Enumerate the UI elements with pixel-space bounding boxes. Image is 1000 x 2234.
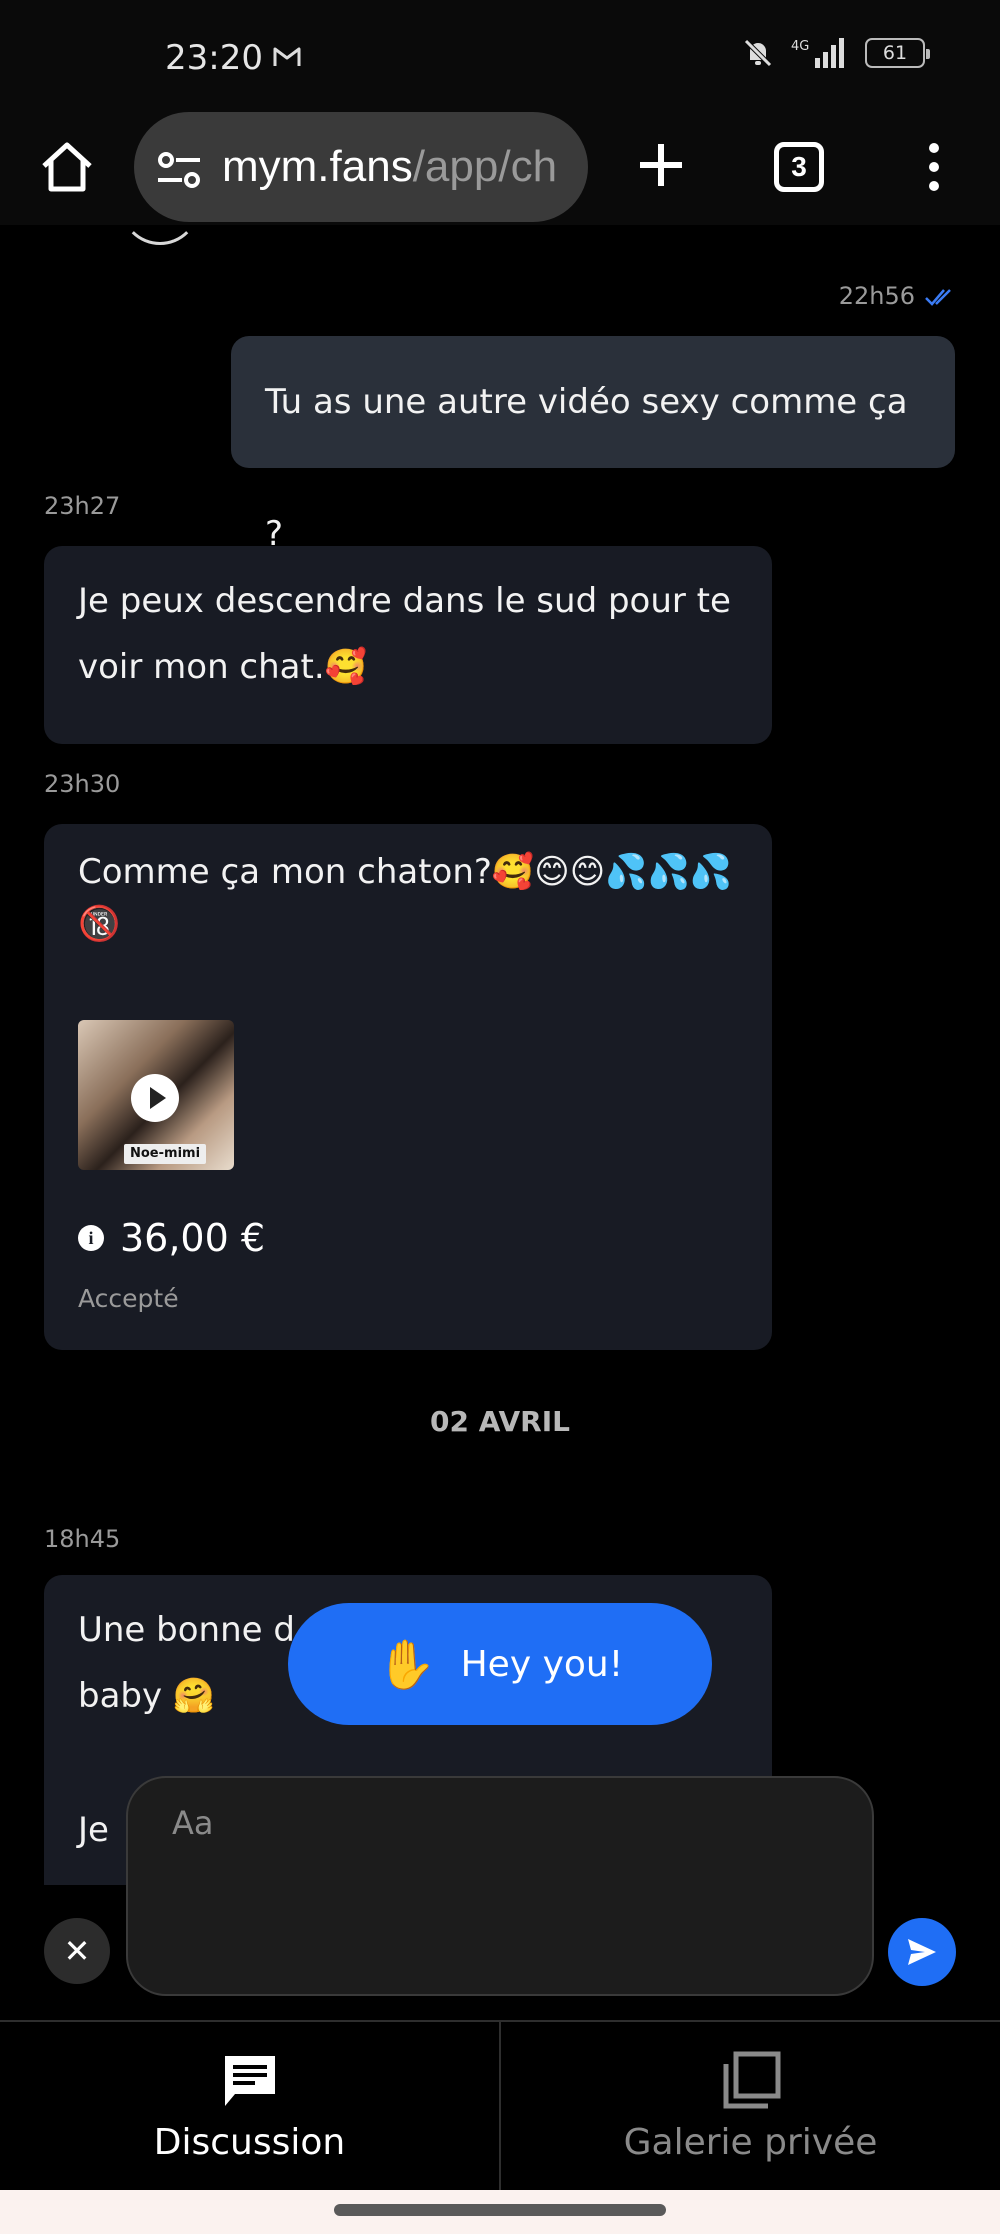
media-price: 36,00 € [120,1216,266,1260]
status-time: 23:20 [165,38,263,78]
signal-icon: 4G [791,38,844,68]
incoming-message[interactable]: Je peux descendre dans le sud pour te vo… [44,546,772,744]
send-button[interactable] [888,1918,956,1986]
message-timestamp: 22h56 [838,282,915,310]
mute-bell-icon [744,39,772,67]
chat-thread[interactable]: 22h56 Tu as une autre vidéo sexy comme ç… [0,225,1000,1885]
message-text-line: 🔞 [78,904,121,944]
address-bar[interactable]: mym.fans/app/ch [134,112,588,222]
paid-media-message[interactable]: Comme ça mon chaton?🥰😊😊💦💦💦 🔞 Noe-mimi i … [44,824,772,1350]
message-timestamp: 23h27 [44,492,121,520]
gesture-bar [0,2190,1000,2234]
wave-hand-icon: ✋ [376,1636,437,1693]
price-row: i 36,00 € [78,1216,265,1260]
purchase-status: Accepté [78,1284,179,1313]
close-icon[interactable]: ✕ [44,1918,110,1984]
more-menu-icon[interactable] [920,140,948,194]
url-host: mym.fans [222,142,413,191]
play-icon[interactable] [131,1074,179,1122]
chat-bubble-icon [224,2056,275,2106]
battery-indicator: 61 [865,38,930,68]
tab-label: Discussion [153,2122,346,2163]
outgoing-message[interactable]: Tu as une autre vidéo sexy comme ça ? [231,336,955,554]
status-bar: 23:20 4G 61 [0,0,1000,110]
read-receipt-icon [925,289,951,306]
message-text: Tu as une autre vidéo sexy comme ça ? [265,382,908,554]
message-composer: ✕ [0,1760,1000,2022]
gmail-icon [273,47,301,66]
url-text[interactable]: mym.fans/app/ch [222,142,557,192]
new-tab-icon[interactable] [634,138,688,192]
message-timestamp: 23h30 [44,770,121,798]
media-watermark: Noe-mimi [124,1144,207,1164]
video-thumbnail[interactable]: Noe-mimi [78,1020,234,1170]
tab-private-gallery[interactable]: Galerie privée [499,2022,1000,2190]
battery-level: 61 [882,42,908,64]
message-text-line: voir mon chat.🥰 [78,647,367,687]
site-settings-icon[interactable] [156,150,202,190]
tab-switcher-button[interactable]: 3 [774,142,824,192]
home-icon[interactable] [38,138,96,196]
gallery-icon [723,2051,780,2109]
tab-label: Galerie privée [623,2122,878,2163]
message-text-line: Je peux descendre dans le sud pour te [78,581,731,621]
info-icon[interactable]: i [78,1225,104,1251]
avatar [120,225,200,245]
message-input[interactable] [126,1776,874,1996]
hey-you-label: Hey you! [460,1643,624,1685]
bottom-navigation: Discussion Galerie privée [0,2020,1000,2190]
home-indicator[interactable] [334,2204,666,2216]
date-separator: 02 AVRIL [430,1405,570,1438]
tab-discussion[interactable]: Discussion [0,2022,499,2190]
message-timestamp: 18h45 [44,1525,121,1553]
network-label: 4G [791,39,809,54]
send-icon [908,1939,936,1965]
url-path: /app/ch [412,142,558,191]
tab-count: 3 [791,151,807,182]
hey-you-button[interactable]: ✋ Hey you! [288,1603,712,1725]
message-text-line: Comme ça mon chaton?🥰😊😊💦💦💦 [78,852,733,892]
browser-toolbar: mym.fans/app/ch 3 [0,110,1000,225]
